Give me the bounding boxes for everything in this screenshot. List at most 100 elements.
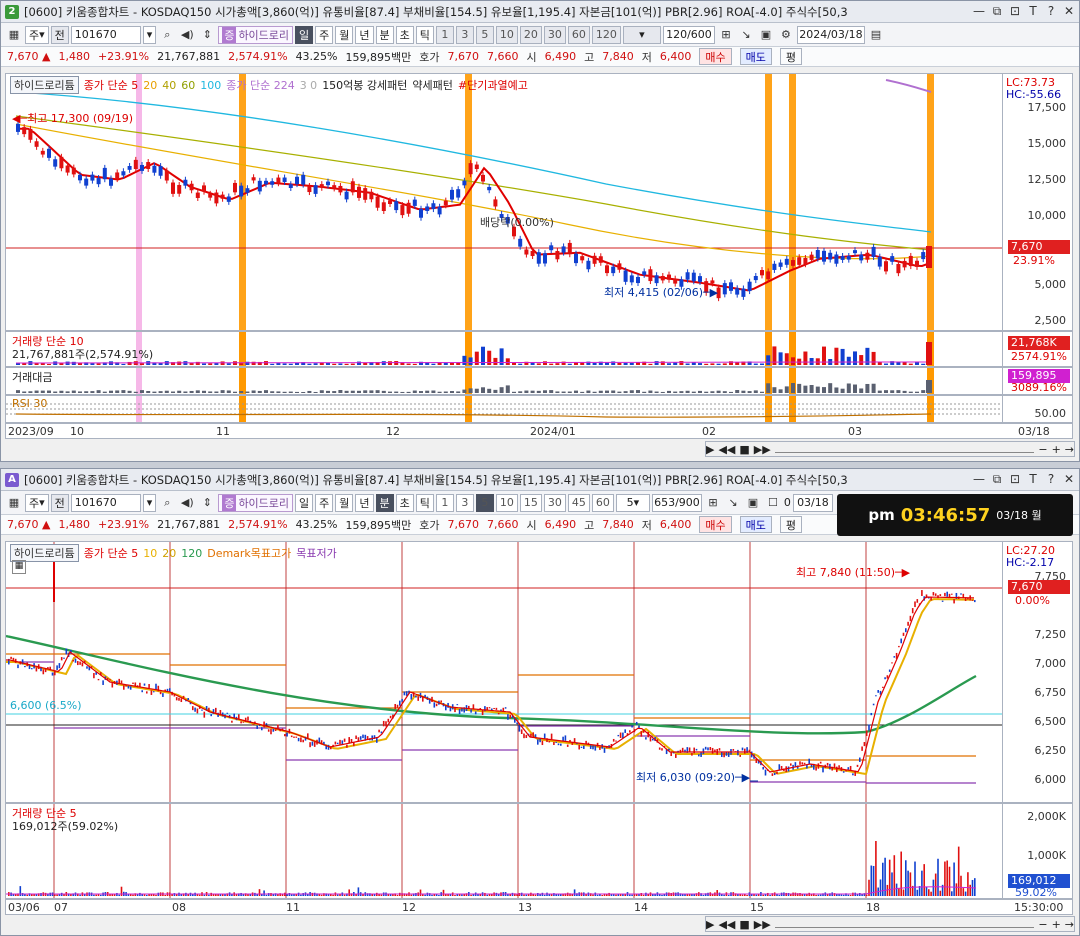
- pin-icon[interactable]: ⊡: [1009, 472, 1021, 487]
- first-icon[interactable]: ◀◀: [718, 918, 735, 931]
- last-icon[interactable]: ▶▶: [754, 443, 771, 456]
- tf-month[interactable]: 월: [335, 25, 354, 44]
- stock-name-button[interactable]: 증 하이드로리: [218, 493, 294, 512]
- sell-button[interactable]: 매도: [739, 48, 772, 65]
- interval-20[interactable]: 20: [519, 25, 542, 44]
- tf-minute[interactable]: 분: [375, 493, 394, 512]
- daily-scroll-controls[interactable]: ▶ ◀◀ ■ ▶▶ − + →: [705, 441, 1075, 457]
- layout-icon[interactable]: ▦: [5, 494, 23, 512]
- zoom-out-icon[interactable]: −: [1038, 443, 1047, 456]
- tf-day[interactable]: 일: [295, 493, 314, 512]
- interval-select[interactable]: 5 ▾: [615, 493, 650, 512]
- calendar-icon[interactable]: ▤: [867, 26, 885, 44]
- help-icon[interactable]: ?: [1045, 4, 1057, 19]
- date-field[interactable]: 03/18: [792, 493, 833, 512]
- minute-volume-panel[interactable]: 거래량 단순 5 169,012주(59.02%) 2,000K 1,000K …: [5, 803, 1073, 899]
- restore-icon[interactable]: ⧉: [991, 472, 1003, 487]
- search-icon[interactable]: ⌕: [158, 26, 176, 44]
- bar-count-field[interactable]: 653/900: [651, 493, 702, 512]
- tf-week[interactable]: 주: [315, 493, 334, 512]
- grid-toggle-icon[interactable]: ▦: [12, 560, 26, 574]
- stock-name-button[interactable]: 증 하이드로리: [218, 25, 294, 44]
- buy-button[interactable]: 매수: [699, 516, 732, 533]
- interval-5[interactable]: 5: [475, 493, 494, 512]
- minimize-icon[interactable]: —: [973, 4, 985, 19]
- zoom-in-icon[interactable]: +: [1052, 443, 1061, 456]
- zoom-icon[interactable]: ⊞: [717, 26, 735, 44]
- help-icon[interactable]: ?: [1045, 472, 1057, 487]
- stop-icon[interactable]: ■: [739, 918, 749, 931]
- tf-tick[interactable]: 틱: [415, 25, 434, 44]
- daily-price-panel[interactable]: 하이드로리튬 종가 단순 5 20 40 60 100 종가 단순 224 3 …: [5, 73, 1073, 331]
- interval-3[interactable]: 3: [455, 493, 474, 512]
- stock-code-input[interactable]: 101670: [70, 25, 141, 44]
- stop-icon[interactable]: ■: [739, 443, 749, 456]
- font-icon[interactable]: T: [1027, 4, 1039, 19]
- tf-second[interactable]: 초: [395, 493, 414, 512]
- interval-60[interactable]: 60: [591, 493, 614, 512]
- tf-minute[interactable]: 분: [375, 25, 394, 44]
- close-icon[interactable]: ✕: [1063, 472, 1075, 487]
- scroll-track[interactable]: [774, 445, 1035, 453]
- bar-count-field[interactable]: 120/600: [662, 25, 715, 44]
- zoom-out-icon[interactable]: −: [1038, 918, 1047, 931]
- scroll-right-icon[interactable]: ▶: [706, 918, 714, 931]
- prev-icon[interactable]: ⇕: [198, 494, 216, 512]
- zoom-icon[interactable]: ⊞: [704, 494, 722, 512]
- tf-year[interactable]: 년: [355, 25, 374, 44]
- draw-icon[interactable]: ↘: [724, 494, 742, 512]
- move-icon[interactable]: →: [1065, 443, 1074, 456]
- interval-10[interactable]: 10: [495, 25, 518, 44]
- font-icon[interactable]: T: [1027, 472, 1039, 487]
- sell-button[interactable]: 매도: [739, 516, 772, 533]
- interval-1[interactable]: 1: [435, 493, 454, 512]
- stock-code-input[interactable]: 101670: [70, 493, 141, 512]
- first-icon[interactable]: ◀◀: [718, 443, 735, 456]
- tf-month[interactable]: 월: [335, 493, 354, 512]
- minimize-icon[interactable]: —: [973, 472, 985, 487]
- avg-button[interactable]: 평: [779, 516, 802, 533]
- interval-45[interactable]: 45: [567, 493, 590, 512]
- minute-scroll-controls[interactable]: ▶ ◀◀ ■ ▶▶ − + →: [705, 916, 1075, 932]
- layout-icon[interactable]: ▦: [5, 26, 23, 44]
- prev-icon[interactable]: ⇕: [198, 26, 216, 44]
- buy-button[interactable]: 매수: [699, 48, 732, 65]
- minute-price-panel[interactable]: 하이드로리튬 종가 단순 5 10 20 120 Demark목표고가 목표저가…: [5, 541, 1073, 803]
- interval-1[interactable]: 1: [435, 25, 454, 44]
- interval-3[interactable]: 3: [455, 25, 474, 44]
- last-icon[interactable]: ▶▶: [754, 918, 771, 931]
- tf-tick[interactable]: 틱: [415, 493, 434, 512]
- save-icon[interactable]: ▣: [744, 494, 762, 512]
- interval-60[interactable]: 60: [567, 25, 590, 44]
- tf-year[interactable]: 년: [355, 493, 374, 512]
- restore-icon[interactable]: ⧉: [991, 4, 1003, 19]
- code-dropdown-icon[interactable]: ▾: [142, 25, 157, 44]
- scroll-right-icon[interactable]: ▶: [706, 443, 714, 456]
- close-icon[interactable]: ✕: [1063, 4, 1075, 19]
- interval-120[interactable]: 120: [591, 25, 621, 44]
- save-icon[interactable]: ▣: [757, 26, 775, 44]
- draw-icon[interactable]: ↘: [737, 26, 755, 44]
- interval-5[interactable]: 5: [475, 25, 494, 44]
- checkbox-icon[interactable]: ☐: [764, 494, 782, 512]
- interval-select[interactable]: ▾: [622, 25, 661, 44]
- all-button[interactable]: 전: [50, 25, 69, 44]
- daily-volume-panel[interactable]: 거래량 단순 10 21,767,881주(2,574.91%) 21,768K…: [5, 331, 1073, 367]
- code-dropdown-icon[interactable]: ▾: [142, 493, 157, 512]
- date-field[interactable]: 2024/03/18: [796, 25, 865, 44]
- daily-amount-panel[interactable]: 거래대금 159,895 3089.16%: [5, 367, 1073, 395]
- interval-30[interactable]: 30: [543, 493, 566, 512]
- zoom-in-icon[interactable]: +: [1052, 918, 1061, 931]
- tf-day[interactable]: 일: [295, 25, 314, 44]
- sound-icon[interactable]: ◀): [178, 494, 196, 512]
- daily-rsi-panel[interactable]: RSI 30 50.00: [5, 395, 1073, 423]
- period-select[interactable]: 주 ▾: [25, 493, 49, 512]
- settings-icon[interactable]: ⚙: [777, 26, 795, 44]
- interval-15[interactable]: 15: [519, 493, 542, 512]
- move-icon[interactable]: →: [1065, 918, 1074, 931]
- sound-icon[interactable]: ◀): [178, 26, 196, 44]
- interval-10[interactable]: 10: [495, 493, 518, 512]
- tf-week[interactable]: 주: [315, 25, 334, 44]
- all-button[interactable]: 전: [50, 493, 69, 512]
- avg-button[interactable]: 평: [779, 48, 802, 65]
